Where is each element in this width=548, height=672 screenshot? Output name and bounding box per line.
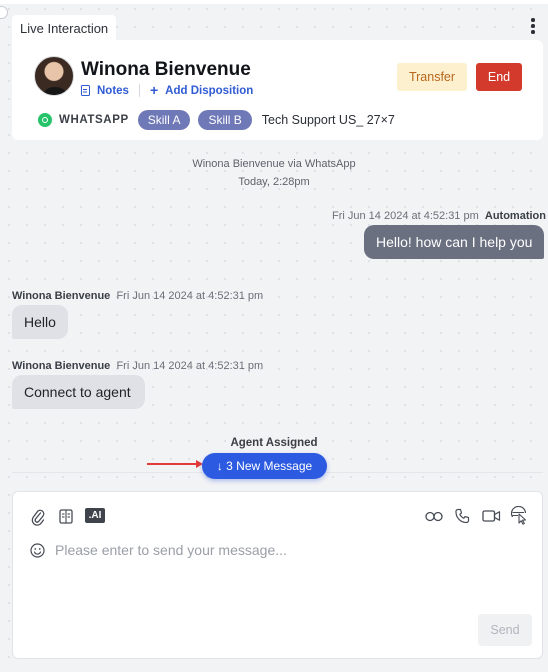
panel-handle[interactable] [0,6,8,19]
annotation-arrow [147,463,197,465]
message-input[interactable] [55,542,495,558]
system-event: Agent Assigned [230,437,318,449]
ai-assist-icon[interactable]: .AI [85,508,105,523]
avatar [34,56,74,96]
incoming-message-bubble: Connect to agent [12,375,145,409]
message-timestamp: Fri Jun 14 2024 at 4:52:31 pm [116,290,264,302]
message-sender: Winona Bienvenue [12,360,111,372]
message-meta: Fri Jun 14 2024 at 4:52:31 pm Automation [332,210,546,222]
outgoing-message-bubble: Hello! how can I help you [364,225,544,259]
link-icon[interactable] [425,511,443,522]
video-icon[interactable] [482,510,501,522]
add-disposition-label: Add Disposition [165,84,254,97]
input-row [30,542,495,558]
link-divider [138,84,140,97]
contact-name: Winona Bienvenue [81,59,251,80]
cobrowse-icon[interactable] [510,506,529,525]
notes-link[interactable]: Notes [81,85,129,97]
contact-header-card: Winona Bienvenue Notes + Add Disposition… [12,40,543,140]
skill-chip: Skill B [198,110,252,130]
message-sender: Winona Bienvenue [12,290,111,302]
tab-live-interaction[interactable]: Live Interaction [12,15,117,43]
whatsapp-icon [38,113,52,127]
queue-name: Tech Support US_ 27×7 [261,113,395,127]
template-icon[interactable] [59,509,73,524]
skill-chip: Skill A [137,110,191,130]
document-icon [81,85,90,96]
transfer-button[interactable]: Transfer [397,63,467,91]
channel-row: WHATSAPP Skill A Skill B Tech Support US… [38,110,395,130]
top-strip [0,0,548,4]
send-button[interactable]: Send [478,614,532,646]
channel-label: WHATSAPP [59,114,129,126]
message-meta: Winona Bienvenue Fri Jun 14 2024 at 4:52… [12,290,263,302]
conversation-source: Winona Bienvenue via WhatsApp [192,158,356,170]
message-timestamp: Fri Jun 14 2024 at 4:52:31 pm [116,360,264,372]
conversation-date: Today, 2:28pm [238,176,310,188]
new-messages-button[interactable]: ↓ 3 New Message [202,453,327,479]
message-sender: Automation [484,210,546,222]
attachment-icon[interactable] [31,509,45,526]
end-button[interactable]: End [476,63,522,91]
notes-label: Notes [97,84,129,97]
emoji-icon[interactable] [30,542,45,558]
more-options-icon[interactable] [529,18,537,38]
incoming-message-bubble: Hello [12,305,68,339]
plus-icon: + [149,82,159,98]
phone-icon[interactable] [455,508,470,524]
add-disposition-link[interactable]: + Add Disposition [149,82,254,98]
message-meta: Winona Bienvenue Fri Jun 14 2024 at 4:52… [12,360,263,372]
message-timestamp: Fri Jun 14 2024 at 4:52:31 pm [332,210,479,222]
message-composer: .AI Send [12,491,543,659]
contact-links: Notes + Add Disposition [81,82,254,98]
